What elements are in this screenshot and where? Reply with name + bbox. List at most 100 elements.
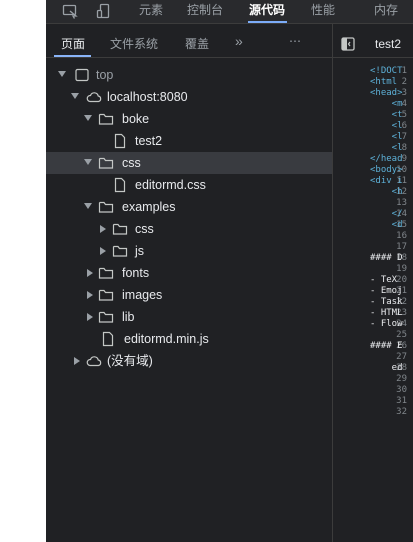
code-line: - TeX	[370, 275, 398, 285]
line-number: 25	[396, 330, 407, 340]
line-number: 27	[396, 352, 407, 362]
tree-item-lib[interactable]: lib	[46, 306, 332, 328]
tree-item-top[interactable]: top	[46, 64, 332, 86]
expand-arrow-icon[interactable]	[84, 115, 92, 121]
code-line: #### D	[370, 253, 403, 263]
collapse-arrow-icon[interactable]	[87, 269, 93, 277]
code-line: <html	[370, 77, 398, 87]
expand-arrow-icon[interactable]	[84, 203, 92, 209]
tab-sources[interactable]: 源代码	[249, 0, 285, 23]
tree-item-test2[interactable]: test2	[46, 130, 332, 152]
tree-item-label: fonts	[122, 266, 150, 280]
tree-item-examples-js[interactable]: js	[46, 240, 332, 262]
expand-arrow-icon[interactable]	[71, 93, 79, 99]
tree-item-label: localhost:8080	[107, 90, 188, 104]
collapse-arrow-icon[interactable]	[100, 225, 106, 233]
expand-arrow-icon[interactable]	[84, 159, 92, 165]
code-line: <d	[370, 220, 403, 230]
line-number: 30	[396, 385, 407, 395]
tree-item-label: test2	[135, 134, 163, 148]
line-number: 16	[396, 231, 407, 241]
tree-item-localhost[interactable]: localhost:8080	[46, 86, 332, 108]
folder-icon	[98, 311, 114, 323]
code-line: <head>	[370, 88, 403, 98]
tree-item-label: examples	[122, 200, 176, 214]
code-line: #### E	[370, 341, 403, 351]
collapse-arrow-icon[interactable]	[74, 357, 80, 365]
folder-icon	[112, 223, 128, 235]
tree-item-css[interactable]: css	[46, 152, 332, 174]
code-line: <div i	[370, 176, 403, 186]
tree-item-label: (没有域)	[107, 354, 153, 368]
tree-item-label: editormd.css	[135, 178, 206, 192]
tree-item-label: top	[96, 68, 114, 82]
tab-performance[interactable]: 性能	[311, 0, 335, 23]
editor-file-tab[interactable]: test2	[375, 37, 401, 51]
code-line: <!DOCT	[370, 66, 403, 76]
code-line: - Task	[370, 297, 403, 307]
folder-icon	[98, 289, 114, 301]
tree-item-fonts[interactable]: fonts	[46, 262, 332, 284]
tree-item-examples-css[interactable]: css	[46, 218, 332, 240]
collapse-arrow-icon[interactable]	[100, 247, 106, 255]
code-line: - Emoj	[370, 286, 403, 296]
tree-item-boke[interactable]: boke	[46, 108, 332, 130]
tab-overrides[interactable]: 覆盖	[185, 35, 209, 52]
folder-icon	[98, 267, 114, 279]
folder-icon	[98, 157, 114, 169]
tree-item-examples[interactable]: examples	[46, 196, 332, 218]
code-line: <m	[370, 99, 403, 109]
code-line: ed	[370, 363, 403, 373]
line-number: 13	[396, 198, 407, 208]
expand-arrow-icon[interactable]	[58, 71, 66, 77]
code-line: <body>	[370, 165, 403, 175]
device-toggle-icon[interactable]	[96, 3, 112, 19]
tab-console[interactable]: 控制台	[187, 0, 223, 23]
editor-tabbar: test2	[333, 31, 413, 58]
tree-item-editormd-min-js[interactable]: editormd.min.js	[46, 328, 332, 350]
more-tabs-chevron-icon[interactable]: »	[235, 33, 243, 49]
sidebar-toggle-icon[interactable]	[341, 37, 355, 51]
tree-item-label: css	[135, 222, 154, 236]
code-line: <l	[370, 132, 403, 142]
inspect-icon[interactable]	[62, 3, 78, 19]
frame-icon	[75, 68, 89, 82]
code-line: - HTML	[370, 308, 403, 318]
tree-item-label: js	[135, 244, 145, 258]
tree-item-images[interactable]: images	[46, 284, 332, 306]
tab-filesystem[interactable]: 文件系统	[110, 35, 158, 52]
file-icon	[114, 133, 126, 149]
line-number: 31	[396, 396, 407, 406]
tab-memory[interactable]: 内存	[374, 0, 398, 23]
collapse-arrow-icon[interactable]	[87, 313, 93, 321]
devtools-panel: 元素 控制台 源代码 性能 内存 页面 文件系统 覆盖 » ⋯ test2 to…	[46, 0, 413, 542]
active-tab-indicator	[248, 21, 287, 23]
navigator-menu-icon[interactable]: ⋯	[289, 34, 301, 48]
tree-item-no-domain[interactable]: (没有域)	[46, 350, 332, 372]
line-number: 17	[396, 242, 407, 252]
folder-icon	[112, 245, 128, 257]
tree-item-editormd-css[interactable]: editormd.css	[46, 174, 332, 196]
tree-item-label: css	[122, 156, 141, 170]
navigator-tabbar: 页面 文件系统 覆盖 » ⋯	[46, 31, 332, 58]
tab-elements[interactable]: 元素	[139, 0, 163, 23]
folder-icon	[98, 113, 114, 125]
file-icon	[102, 331, 114, 347]
code-line: <t	[370, 110, 403, 120]
collapse-arrow-icon[interactable]	[87, 291, 93, 299]
tab-page[interactable]: 页面	[61, 35, 85, 52]
cloud-icon	[86, 356, 102, 367]
file-icon	[114, 177, 126, 193]
code-line: <l	[370, 143, 403, 153]
line-number: 19	[396, 264, 407, 274]
tree-item-label: boke	[122, 112, 150, 126]
folder-icon	[98, 201, 114, 213]
cloud-icon	[86, 92, 102, 103]
line-number: 32	[396, 407, 407, 417]
code-line: <l	[370, 121, 403, 131]
code-line: - Flow	[370, 319, 403, 329]
line-number: 29	[396, 374, 407, 384]
code-line: </	[370, 209, 403, 219]
devtools-toolbar: 元素 控制台 源代码 性能 内存	[46, 0, 413, 24]
navigator-active-indicator	[54, 55, 91, 57]
